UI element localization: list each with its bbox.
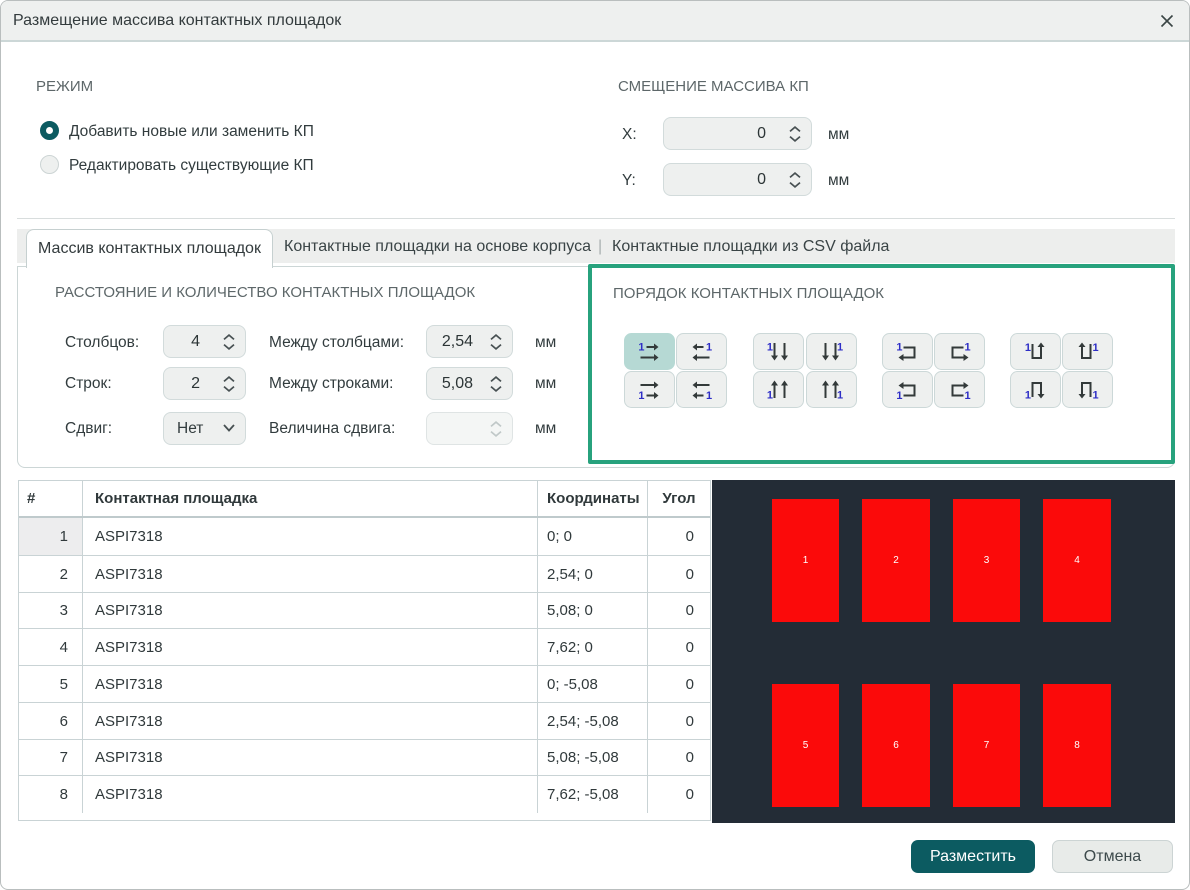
svg-text:1: 1 — [837, 390, 843, 402]
svg-text:1: 1 — [706, 342, 712, 354]
svg-text:1: 1 — [896, 390, 902, 402]
svg-text:1: 1 — [1025, 342, 1031, 354]
svg-text:1: 1 — [965, 342, 971, 354]
svg-text:1: 1 — [767, 390, 773, 402]
svg-text:1: 1 — [638, 390, 644, 402]
svg-text:1: 1 — [837, 342, 843, 354]
svg-text:1: 1 — [638, 342, 644, 354]
svg-text:1: 1 — [896, 342, 902, 354]
svg-text:1: 1 — [965, 390, 971, 402]
svg-text:1: 1 — [1025, 390, 1031, 402]
svg-text:1: 1 — [767, 342, 773, 354]
svg-text:1: 1 — [1093, 342, 1099, 354]
svg-text:1: 1 — [706, 390, 712, 402]
svg-text:1: 1 — [1093, 390, 1099, 402]
